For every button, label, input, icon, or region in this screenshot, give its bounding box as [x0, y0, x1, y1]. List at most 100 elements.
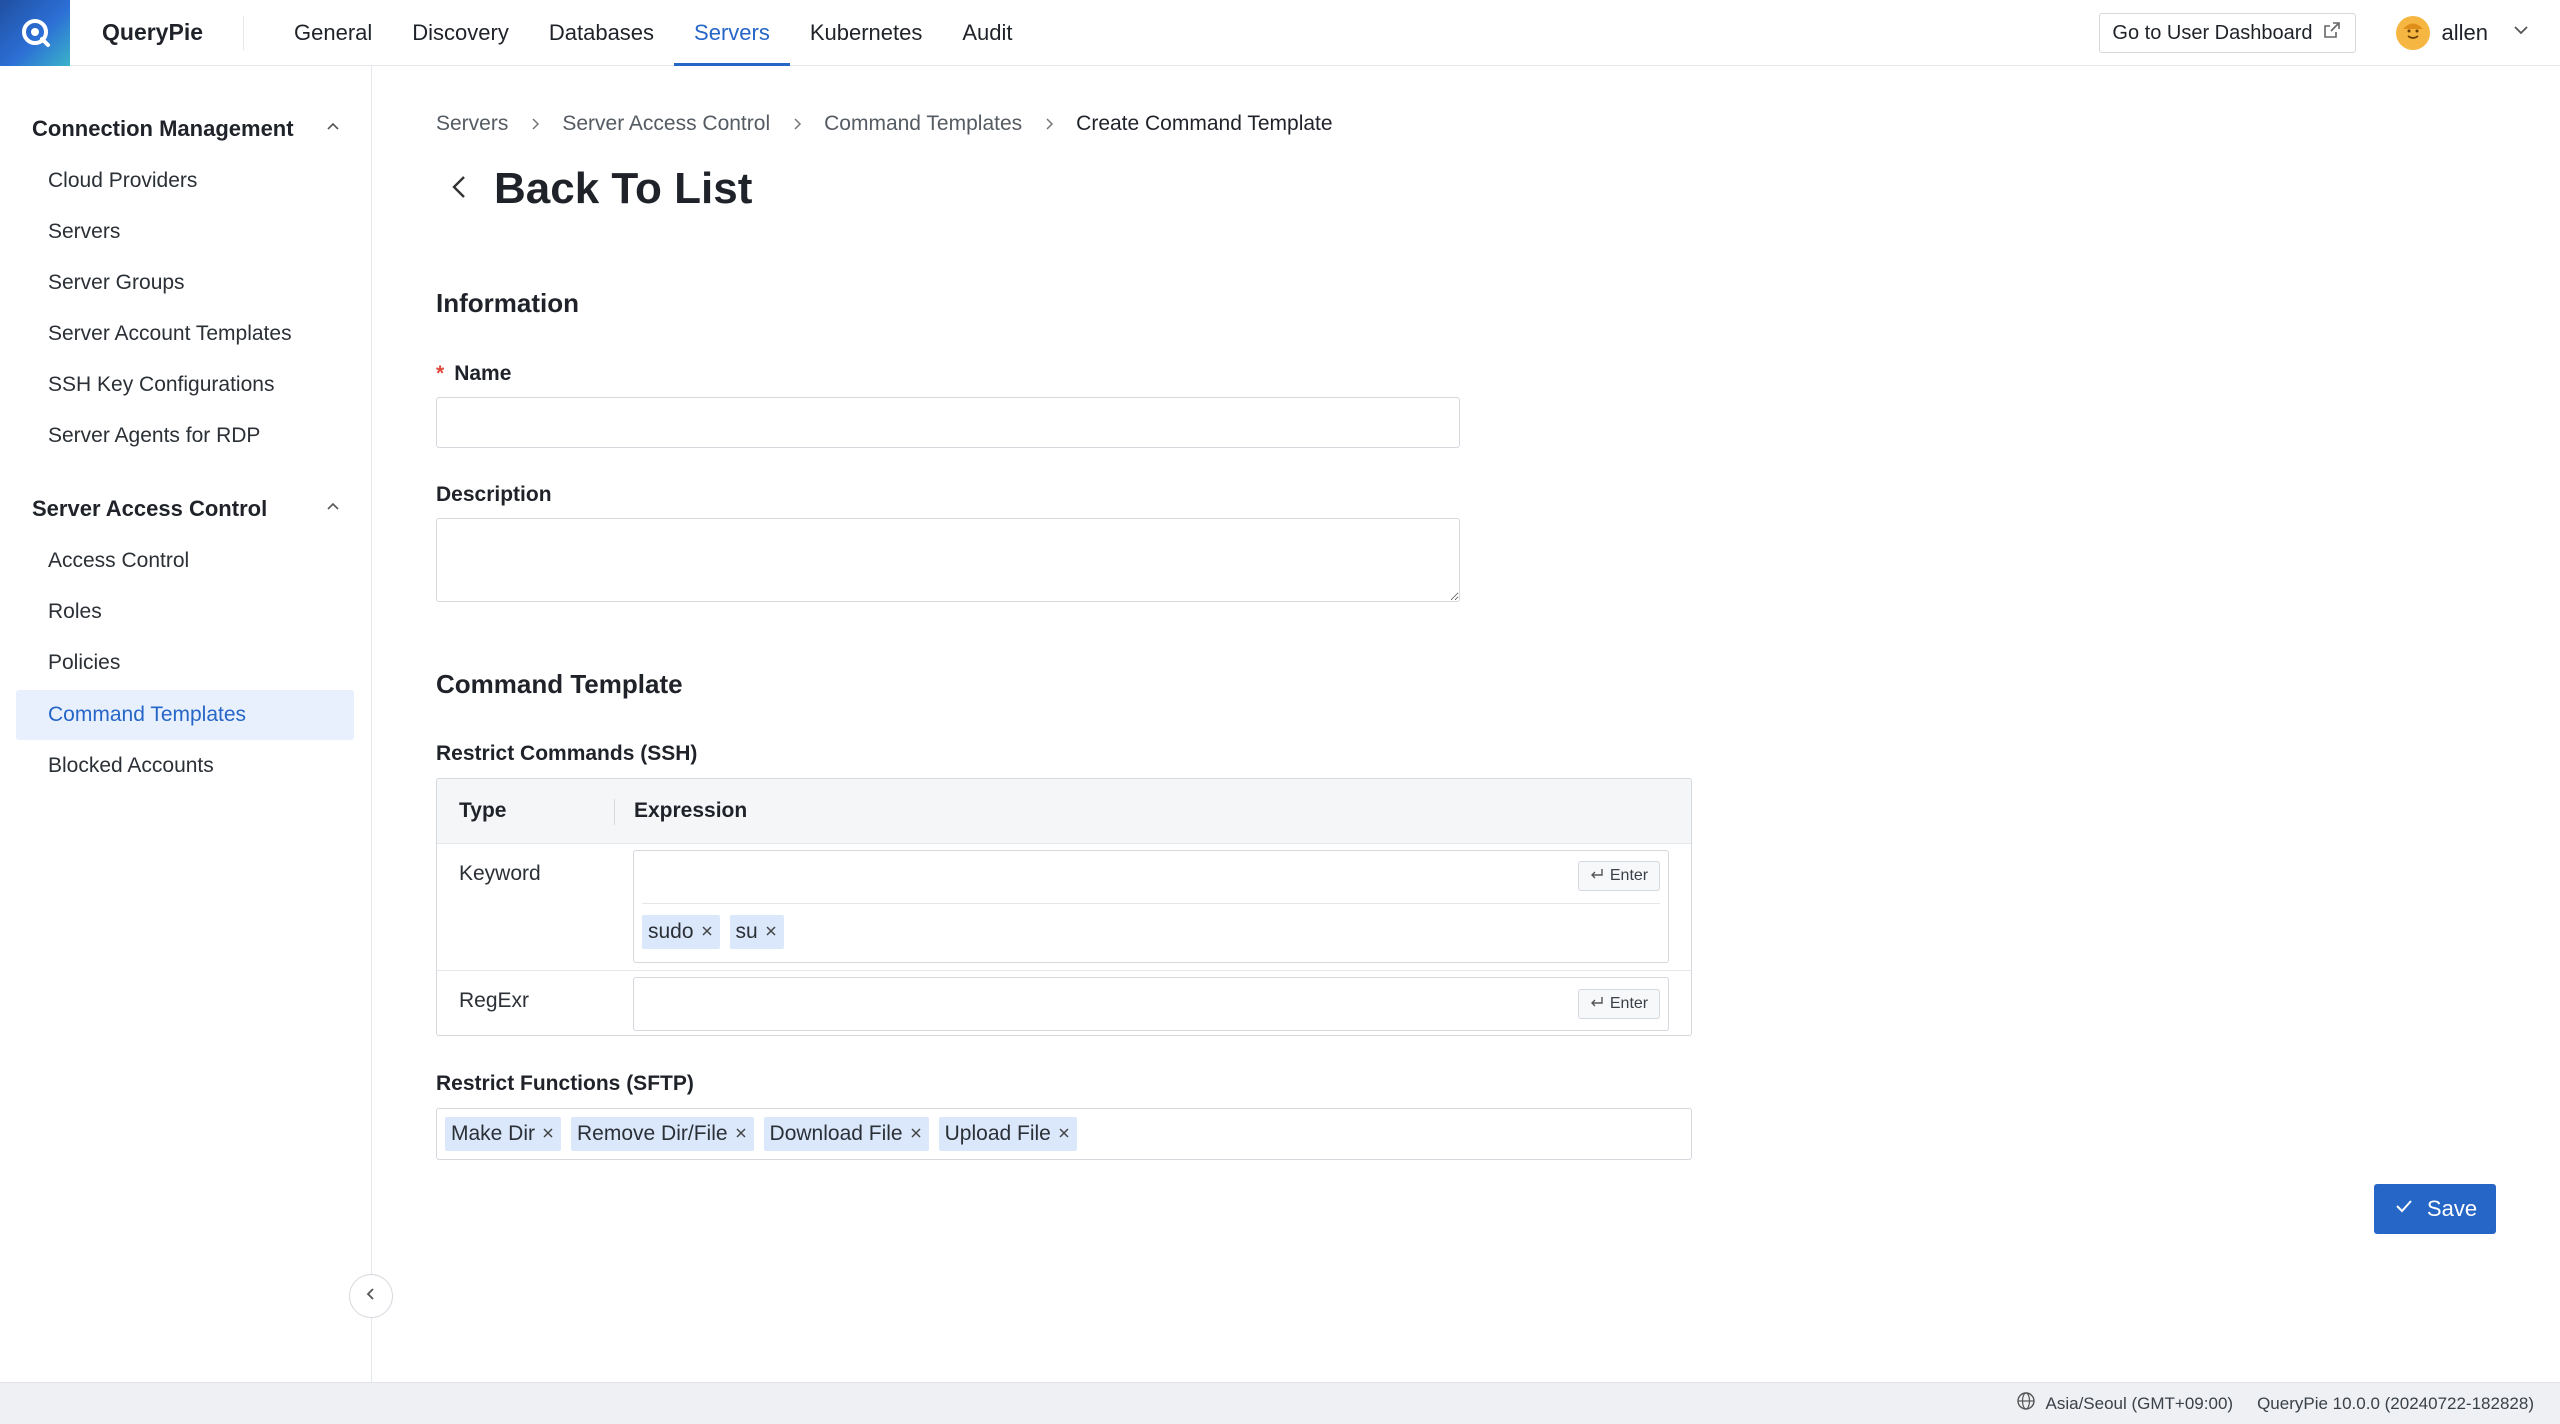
- tag-label: Upload File: [944, 1122, 1051, 1145]
- chevron-up-icon: [324, 496, 342, 522]
- description-field-label: Description: [436, 483, 552, 506]
- sidebar-section-title: Connection Management: [32, 116, 294, 141]
- description-textarea[interactable]: [436, 518, 1460, 602]
- sidebar-item-server-agents-for-rdp[interactable]: Server Agents for RDP: [16, 411, 354, 461]
- tag-make-dir: Make Dir: [445, 1117, 562, 1151]
- breadcrumb: Servers Server Access Control Command Te…: [436, 112, 1333, 136]
- name-field-label: * Name: [436, 362, 511, 386]
- nav-item-databases[interactable]: Databases: [529, 0, 674, 66]
- version-text: QueryPie 10.0.0 (20240722-182828): [2257, 1393, 2534, 1413]
- enter-label: Enter: [1609, 995, 1649, 1012]
- breadcrumb-item-servers[interactable]: Servers: [436, 112, 508, 136]
- restrict-sftp-label: Restrict Functions (SFTP): [436, 1072, 694, 1095]
- restrict-commands-table: Type Expression Keyword Enter sudo su Re…: [436, 778, 1692, 1036]
- nav-item-discovery[interactable]: Discovery: [392, 0, 529, 66]
- sidebar-item-ssh-key-configurations[interactable]: SSH Key Configurations: [16, 360, 354, 410]
- tag-label: Download File: [769, 1122, 903, 1145]
- go-to-user-dashboard-button[interactable]: Go to User Dashboard: [2099, 13, 2356, 53]
- avatar-icon: [2395, 16, 2430, 50]
- external-link-icon: [2323, 21, 2341, 45]
- nav-item-kubernetes[interactable]: Kubernetes: [790, 0, 943, 66]
- chevron-left-icon: [362, 1285, 380, 1308]
- timezone-indicator[interactable]: Asia/Seoul (GMT+09:00): [2016, 1391, 2234, 1416]
- tag-label: su: [735, 920, 758, 943]
- information-section-title: Information: [436, 288, 579, 318]
- chevron-right-icon: [1042, 117, 1056, 131]
- table-header: Type Expression: [437, 779, 1691, 844]
- enter-key-icon: [1590, 867, 1604, 886]
- sidebar-section-server-access-control[interactable]: Server Access Control: [32, 496, 342, 522]
- table-row-keyword: Keyword Enter sudo su: [437, 844, 1691, 971]
- sidebar-item-policies[interactable]: Policies: [16, 638, 354, 688]
- save-label: Save: [2426, 1196, 2478, 1221]
- nav-item-servers[interactable]: Servers: [674, 0, 790, 66]
- nav-item-audit[interactable]: Audit: [942, 0, 1032, 66]
- tag-download-file: Download File: [763, 1117, 929, 1151]
- sidebar-section-title: Server Access Control: [32, 496, 268, 521]
- regexr-enter-button[interactable]: Enter: [1578, 989, 1660, 1019]
- tag-su: su: [729, 915, 784, 949]
- tag-label: Remove Dir/File: [577, 1122, 728, 1145]
- tag-label: sudo: [648, 920, 694, 943]
- regexr-expression-field[interactable]: Enter: [633, 977, 1669, 1031]
- keyword-enter-button[interactable]: Enter: [1578, 861, 1660, 891]
- nav-item-general[interactable]: General: [274, 0, 392, 66]
- restrict-functions-field[interactable]: Make Dir Remove Dir/File Download File U…: [436, 1108, 1692, 1160]
- enter-label: Enter: [1609, 867, 1649, 884]
- status-footer: Asia/Seoul (GMT+09:00) QueryPie 10.0.0 (…: [0, 1382, 2560, 1424]
- keyword-expression-field[interactable]: Enter sudo su: [633, 850, 1669, 963]
- globe-icon: [2016, 1391, 2036, 1416]
- sidebar-collapse-button[interactable]: [349, 1274, 393, 1318]
- sidebar-item-command-templates[interactable]: Command Templates: [16, 690, 354, 740]
- sidebar-item-roles[interactable]: Roles: [16, 587, 354, 637]
- close-icon[interactable]: [734, 1122, 748, 1146]
- breadcrumb-item-command-templates[interactable]: Command Templates: [824, 112, 1022, 136]
- page-title[interactable]: Back To List: [494, 164, 752, 214]
- chevron-up-icon: [324, 116, 342, 142]
- enter-key-icon: [1590, 995, 1604, 1014]
- keyword-tags: sudo su: [642, 915, 794, 949]
- tag-divider: [642, 903, 1660, 904]
- restrict-ssh-label: Restrict Commands (SSH): [436, 742, 698, 765]
- brand-name: QueryPie: [102, 19, 203, 45]
- command-template-section-title: Command Template: [436, 669, 683, 699]
- top-right-actions: Go to User Dashboard allen: [2099, 0, 2560, 66]
- column-divider: [614, 799, 615, 825]
- sidebar-section-connection-management[interactable]: Connection Management: [32, 116, 342, 142]
- close-icon[interactable]: [541, 1122, 555, 1146]
- sidebar: Connection Management Cloud Providers Se…: [0, 66, 372, 1382]
- close-icon[interactable]: [764, 920, 778, 944]
- back-to-list-header: Back To List: [436, 164, 752, 214]
- querypie-logo-icon[interactable]: [0, 0, 70, 66]
- chevron-down-icon: [2500, 19, 2532, 47]
- main-nav: General Discovery Databases Servers Kube…: [274, 0, 1033, 66]
- name-input[interactable]: [436, 397, 1460, 448]
- close-icon[interactable]: [909, 1122, 923, 1146]
- close-icon[interactable]: [700, 920, 714, 944]
- tag-upload-file: Upload File: [938, 1117, 1077, 1151]
- user-menu[interactable]: allen: [2395, 16, 2532, 50]
- column-header-expression: Expression: [634, 799, 748, 822]
- breadcrumb-item-server-access-control[interactable]: Server Access Control: [562, 112, 770, 136]
- arrow-left-icon[interactable]: [436, 169, 478, 210]
- sidebar-item-servers[interactable]: Servers: [16, 207, 354, 257]
- tag-sudo: sudo: [642, 915, 720, 949]
- sidebar-item-cloud-providers[interactable]: Cloud Providers: [16, 156, 354, 206]
- row-type-keyword: Keyword: [459, 862, 541, 885]
- tag-remove-dir-file: Remove Dir/File: [571, 1117, 754, 1151]
- check-icon: [2393, 1195, 2415, 1223]
- sidebar-item-blocked-accounts[interactable]: Blocked Accounts: [16, 741, 354, 791]
- breadcrumb-item-current: Create Command Template: [1076, 112, 1333, 135]
- save-button[interactable]: Save: [2374, 1184, 2496, 1234]
- sidebar-item-server-account-templates[interactable]: Server Account Templates: [16, 309, 354, 359]
- sidebar-item-access-control[interactable]: Access Control: [16, 536, 354, 586]
- top-navigation-bar: QueryPie General Discovery Databases Ser…: [0, 0, 2560, 66]
- chevron-right-icon: [528, 117, 542, 131]
- timezone-text: Asia/Seoul (GMT+09:00): [2045, 1393, 2234, 1413]
- sidebar-item-server-groups[interactable]: Server Groups: [16, 258, 354, 308]
- column-header-type: Type: [459, 799, 507, 822]
- table-row-regexr: RegExr Enter: [437, 971, 1691, 1035]
- close-icon[interactable]: [1057, 1122, 1071, 1146]
- name-label-text: Name: [454, 362, 512, 385]
- brand-divider: [243, 15, 244, 50]
